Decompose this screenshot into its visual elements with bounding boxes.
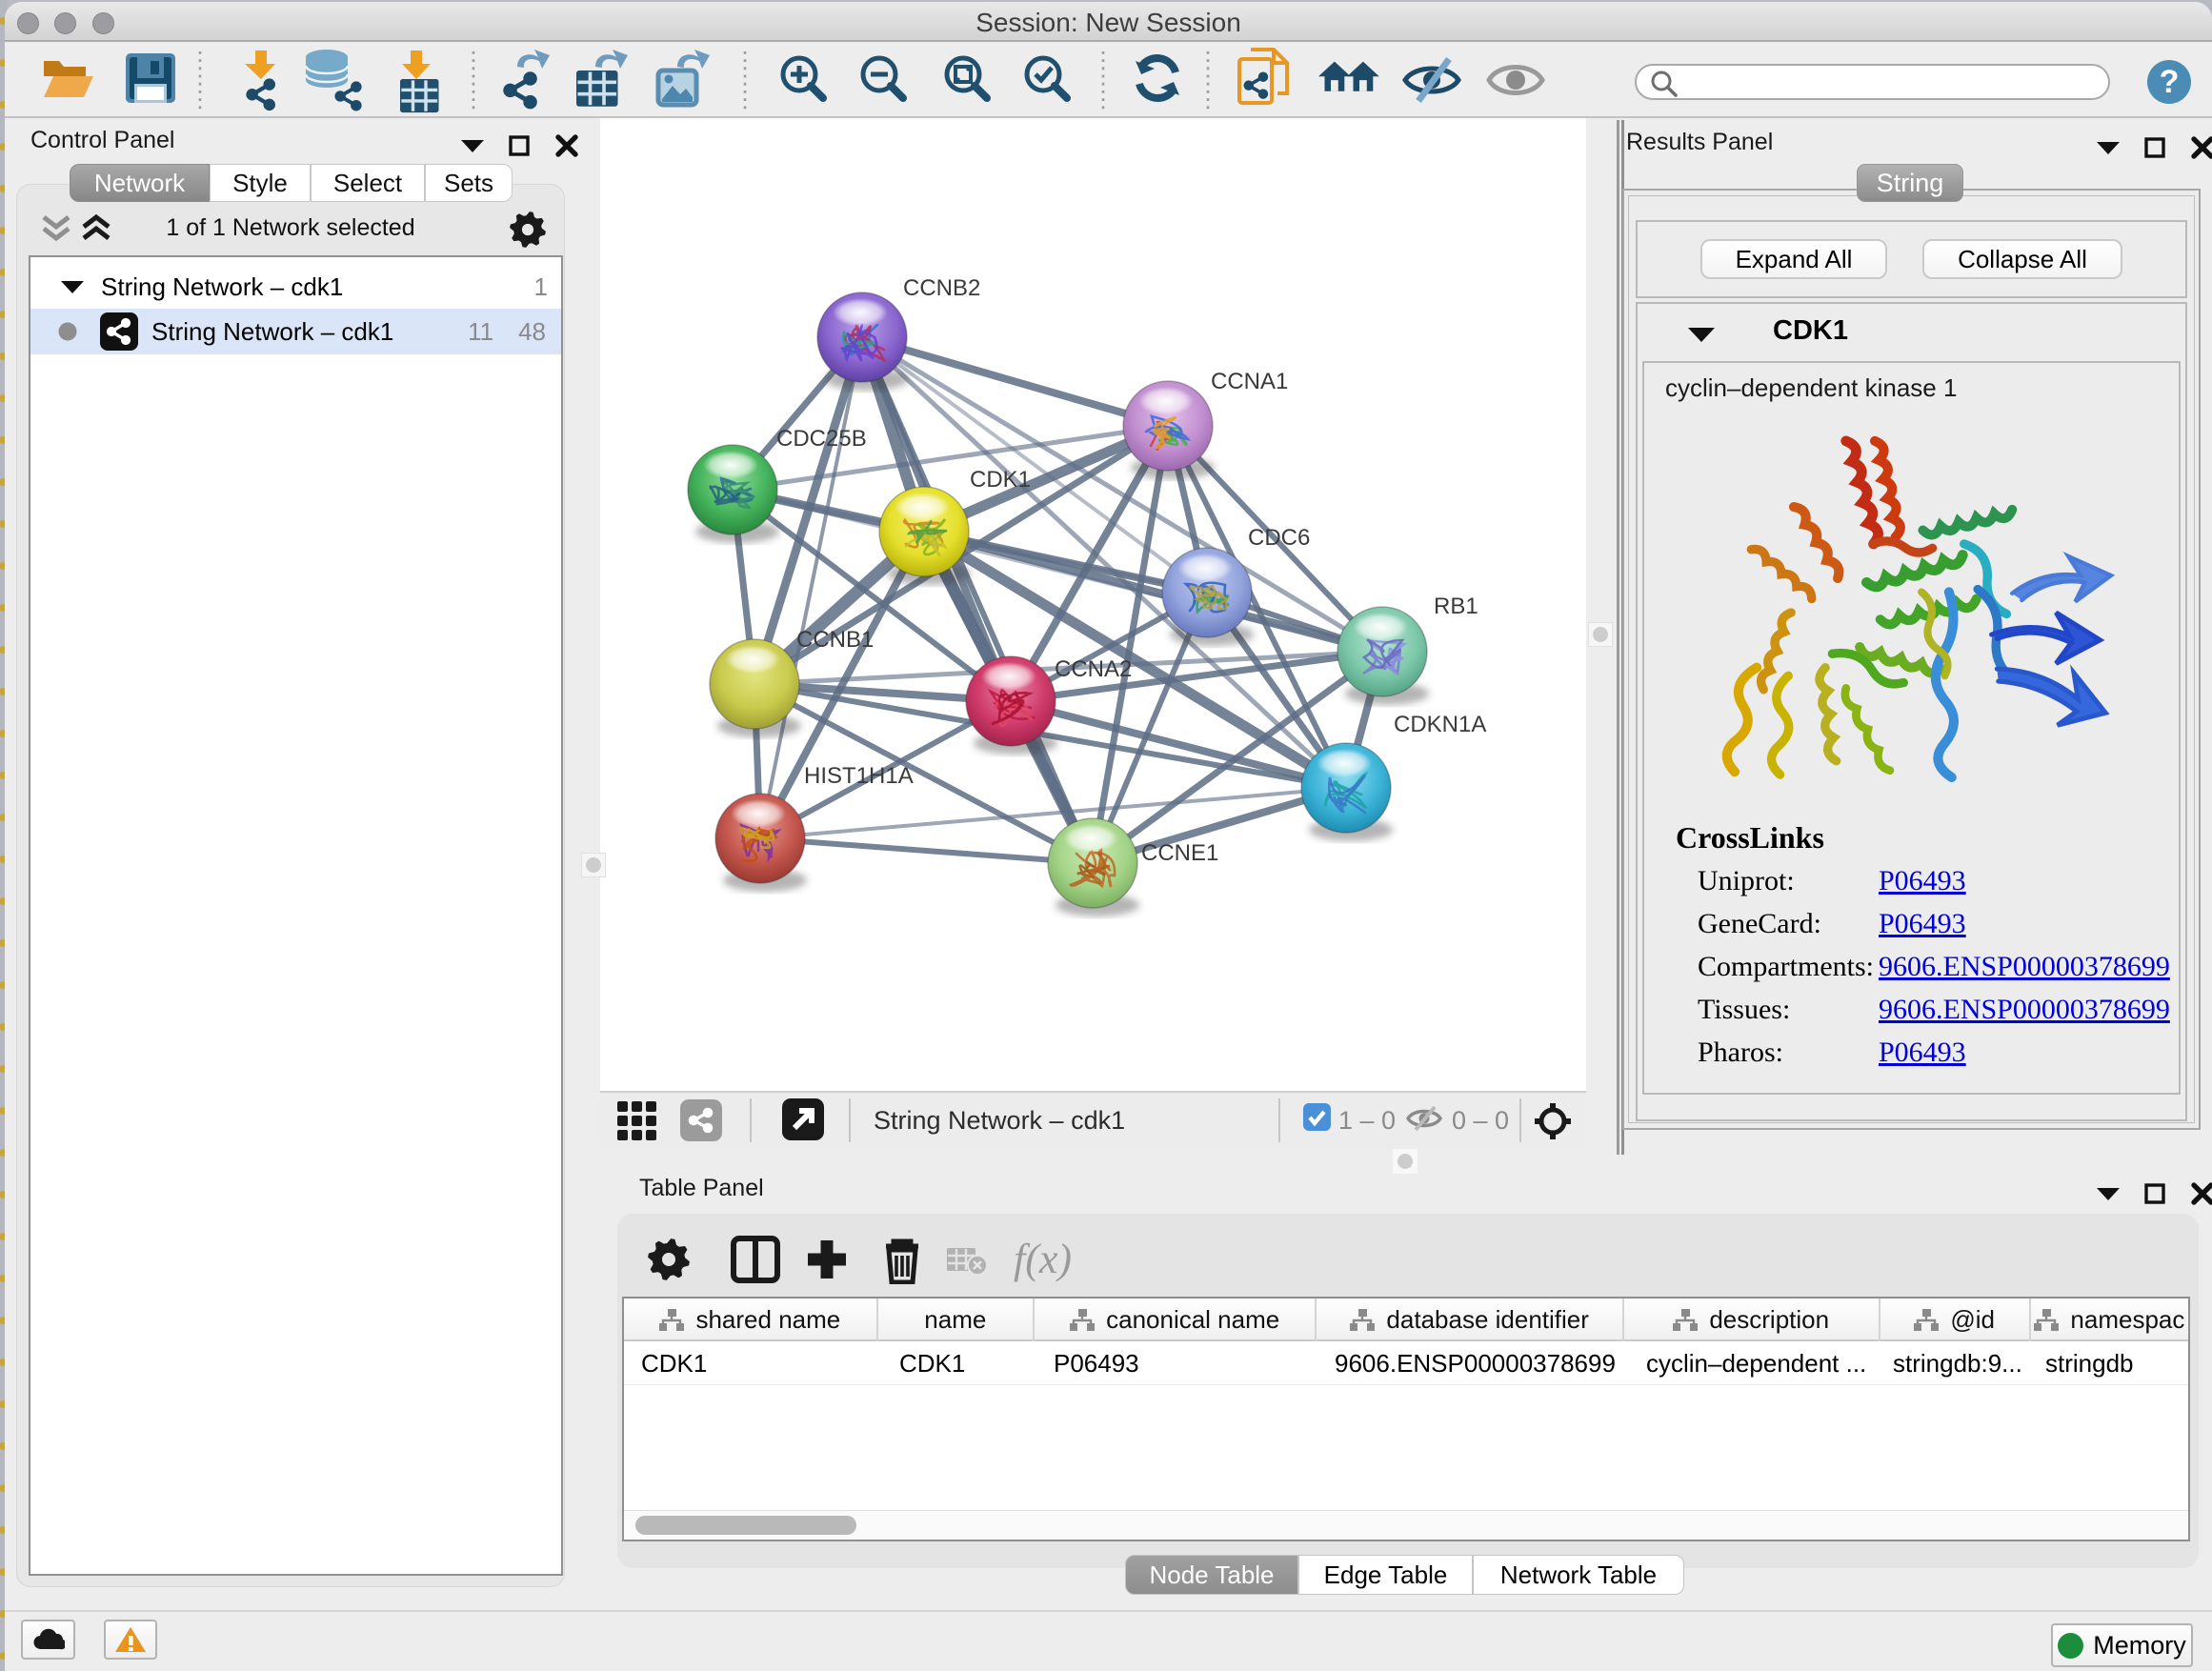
svg-text:CCNB1: CCNB1: [796, 627, 874, 653]
svg-text:CCNE1: CCNE1: [1141, 840, 1218, 866]
svg-text:HIST1H1A: HIST1H1A: [804, 763, 914, 789]
svg-text:CCNA2: CCNA2: [1055, 656, 1132, 682]
svg-text:CDK1: CDK1: [970, 467, 1031, 493]
svg-text:CDKN1A: CDKN1A: [1394, 712, 1486, 737]
svg-text:f(x): f(x): [1014, 1236, 1072, 1282]
svg-text:CCNB2: CCNB2: [903, 275, 980, 301]
svg-text:CDC25B: CDC25B: [776, 426, 867, 452]
svg-text:RB1: RB1: [1434, 594, 1478, 619]
svg-text:CDC6: CDC6: [1248, 525, 1310, 551]
svg-text:CCNA1: CCNA1: [1211, 369, 1288, 394]
